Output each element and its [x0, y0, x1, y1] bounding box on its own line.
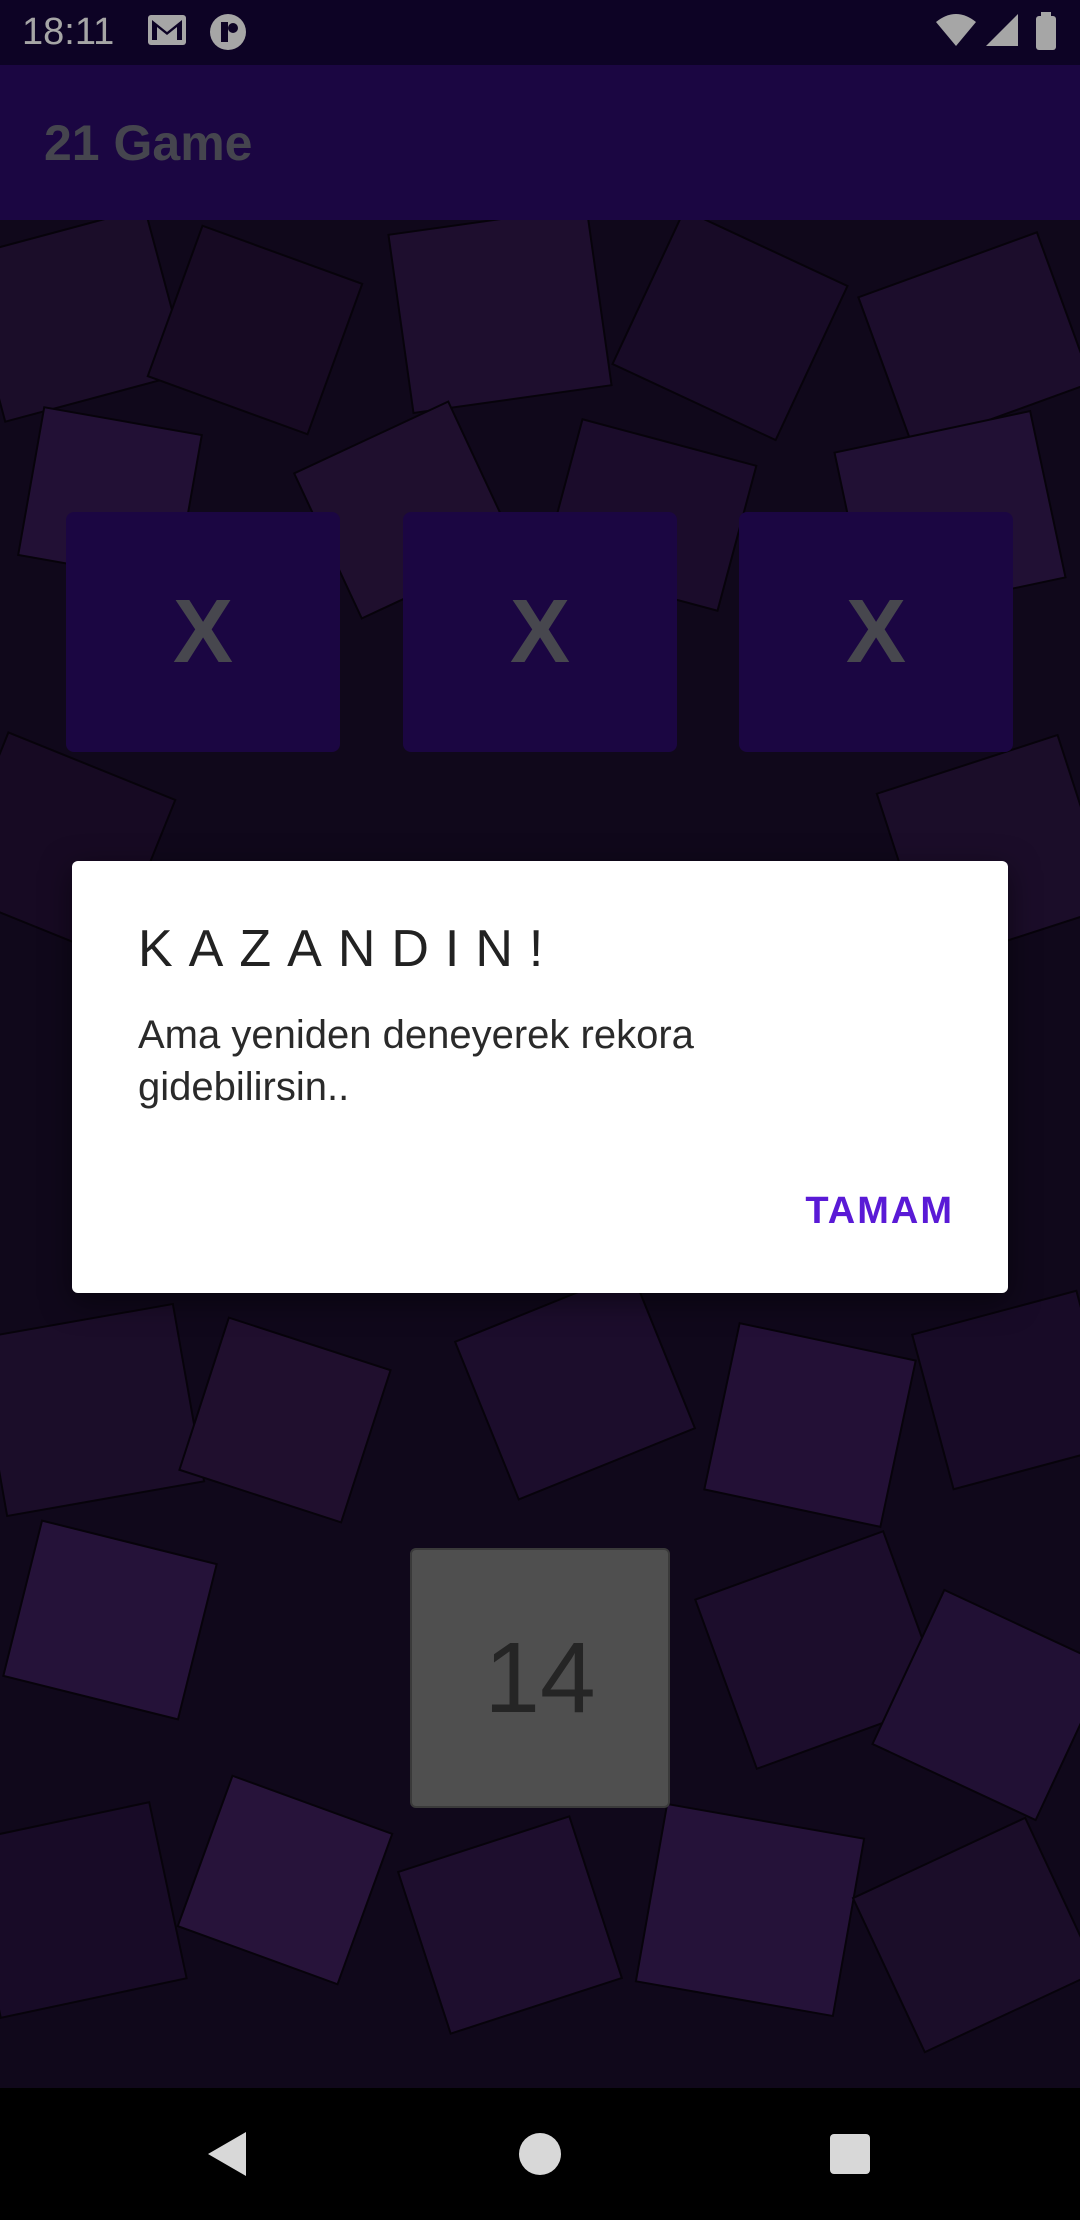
back-icon[interactable]: [204, 2128, 250, 2185]
dialog-title: KAZANDIN!: [138, 920, 560, 978]
home-icon[interactable]: [517, 2128, 563, 2185]
game-screen: 18:11 21 Game X X X 14 KAZANDIN! Ama yen…: [0, 0, 1080, 2220]
win-dialog: KAZANDIN! Ama yeniden deneyerek rekora g…: [72, 861, 1008, 1293]
navigation-bar: [0, 2088, 1080, 2220]
recents-icon[interactable]: [827, 2128, 873, 2185]
ok-button[interactable]: TAMAM: [805, 1189, 954, 1233]
dialog-message: Ama yeniden deneyerek rekora gidebilirsi…: [138, 1013, 694, 1109]
